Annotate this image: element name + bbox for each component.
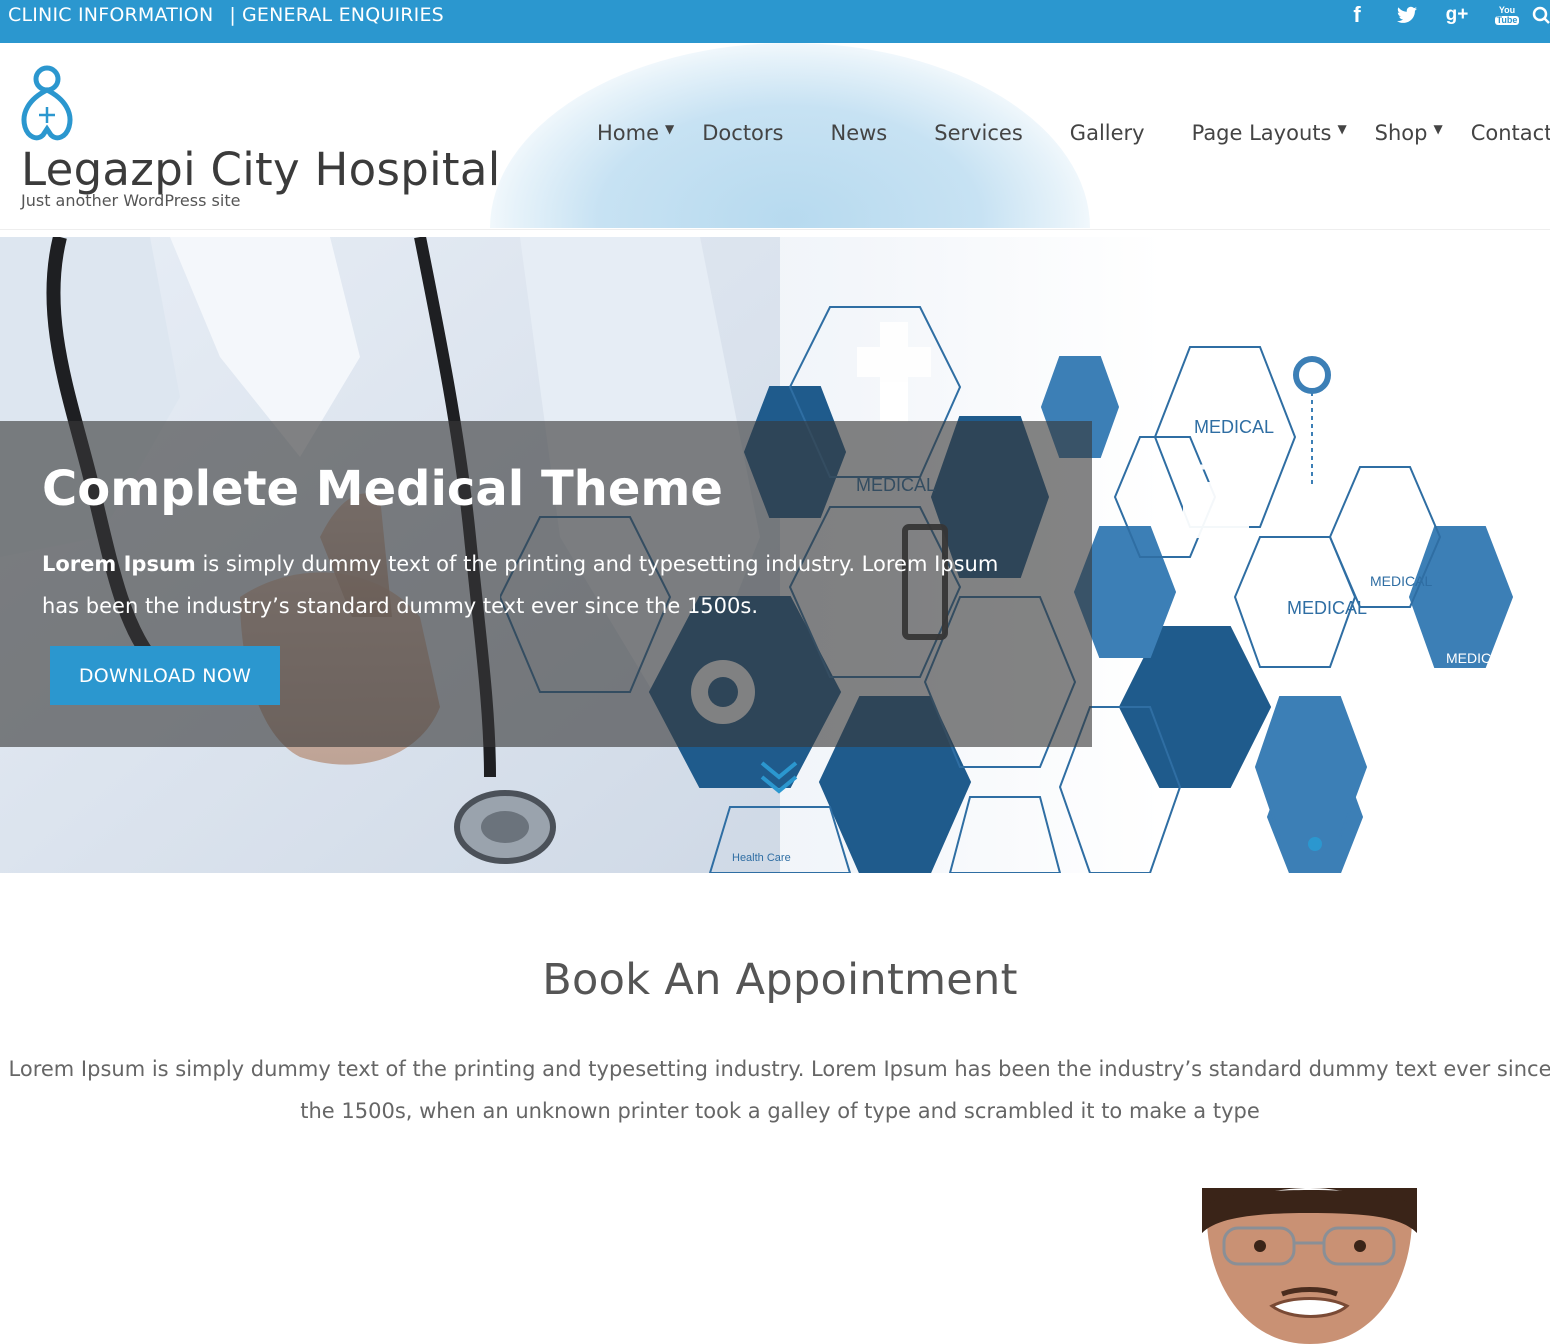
nav-label: Page Layouts xyxy=(1191,121,1332,145)
site-tagline: Just another WordPress site xyxy=(21,191,241,210)
hex-label-medical: MEDICAL xyxy=(1287,598,1367,618)
top-bar: CLINIC INFORMATION | GENERAL ENQUIRIES f… xyxy=(0,0,1550,43)
general-enquiries-link[interactable]: GENERAL ENQUIRIES xyxy=(242,4,444,26)
nav-label: Home xyxy=(597,121,660,145)
main-navigation: Home ▼ Doctors News Services Gallery Pag… xyxy=(597,121,1550,145)
nav-news[interactable]: News xyxy=(830,121,887,145)
hero-text-bold: Lorem Ipsum xyxy=(42,552,196,576)
clinic-information-link[interactable]: CLINIC INFORMATION xyxy=(8,4,213,26)
googleplus-icon[interactable]: g+ xyxy=(1432,0,1482,30)
nav-services[interactable]: Services xyxy=(934,121,1023,145)
appointment-title: Book An Appointment xyxy=(542,955,1018,1005)
nav-gallery[interactable]: Gallery xyxy=(1070,121,1145,145)
nav-shop[interactable]: Shop ▼ xyxy=(1375,121,1443,145)
hex-label-health-care: Health Care xyxy=(732,852,791,864)
nav-label: Services xyxy=(934,121,1023,145)
youtube-icon[interactable]: You Tube xyxy=(1482,0,1532,30)
facebook-icon[interactable]: f xyxy=(1332,0,1382,30)
hex-label-medical: MEDICAL xyxy=(1194,417,1274,437)
hex-label-medical: MEDICAL xyxy=(1370,573,1432,589)
site-header: Legazpi City Hospital Just another WordP… xyxy=(0,43,1550,230)
nav-label: News xyxy=(830,121,888,145)
doctor-portrait xyxy=(1202,1188,1417,1344)
youtube-icon-top: You xyxy=(1498,4,1516,15)
caret-down-icon: ▼ xyxy=(665,122,675,136)
nav-contact[interactable]: Contact xyxy=(1471,121,1550,145)
hero-description: Lorem Ipsum is simply dummy text of the … xyxy=(42,543,1042,627)
double-chevron-down-icon[interactable] xyxy=(758,757,800,797)
nav-doctors[interactable]: Doctors xyxy=(702,121,783,145)
nav-label: Contact xyxy=(1470,121,1550,145)
topbar-links: CLINIC INFORMATION | GENERAL ENQUIRIES xyxy=(8,4,444,26)
caret-down-icon: ▼ xyxy=(1433,122,1443,136)
nav-home[interactable]: Home ▼ xyxy=(597,121,674,145)
twitter-icon[interactable] xyxy=(1382,0,1432,30)
nav-page-layouts[interactable]: Page Layouts ▼ xyxy=(1192,121,1347,145)
nav-label: Doctors xyxy=(702,121,784,145)
slider-pagination-dot[interactable] xyxy=(1308,837,1322,851)
social-links: f g+ You Tube xyxy=(1332,0,1550,30)
appointment-description: Lorem Ipsum is simply dummy text of the … xyxy=(8,1057,1550,1123)
topbar-separator: | xyxy=(229,4,236,26)
site-title[interactable]: Legazpi City Hospital xyxy=(21,143,501,196)
nav-label: Gallery xyxy=(1069,121,1145,145)
hero-slider: MEDICAL MEDICAL MEDICAL MEDICAL MEDICAL … xyxy=(0,237,1550,873)
hero-title: Complete Medical Theme xyxy=(42,461,723,517)
nav-label: Shop xyxy=(1374,121,1428,145)
doctor-portrait-image xyxy=(1202,1188,1417,1344)
youtube-icon-bottom: Tube xyxy=(1494,14,1520,25)
caret-down-icon: ▼ xyxy=(1337,122,1347,136)
download-now-button[interactable]: DOWNLOAD NOW xyxy=(50,646,280,705)
hex-label-medical: MEDICAL xyxy=(1446,650,1508,666)
hospital-logo-icon[interactable] xyxy=(19,63,75,143)
search-icon[interactable] xyxy=(1532,0,1550,30)
